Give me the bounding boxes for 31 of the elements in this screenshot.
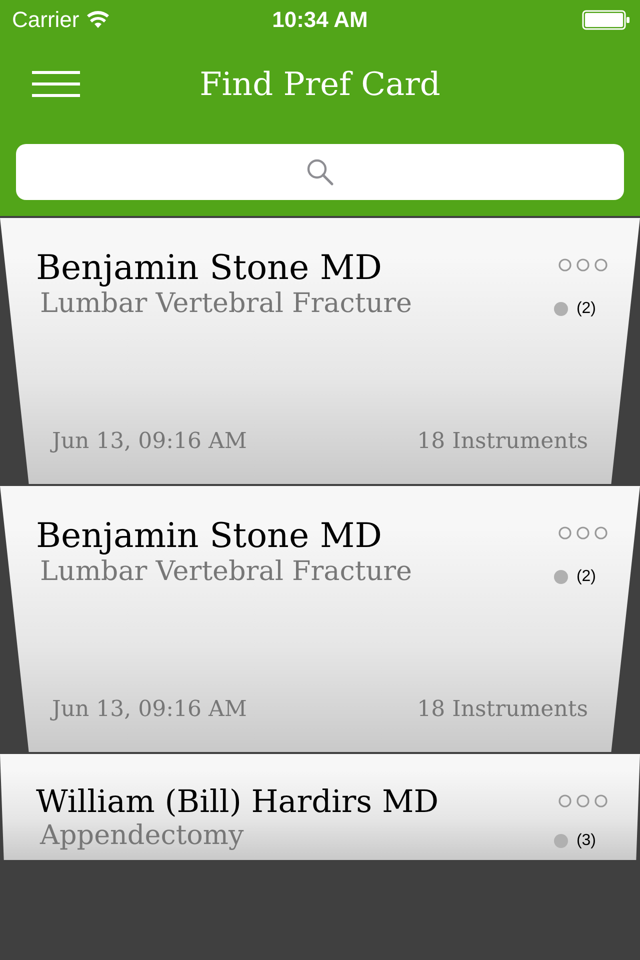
- procedure-name: Lumbar Vertebral Fracture: [40, 556, 412, 587]
- screen-title: Find Pref Card: [200, 65, 440, 103]
- more-button[interactable]: [558, 258, 608, 274]
- card-date: Jun 13, 09:16 AM: [52, 697, 247, 722]
- procedure-name: Appendectomy: [40, 820, 244, 851]
- more-button[interactable]: [558, 526, 608, 542]
- status-dot-icon: [554, 834, 568, 848]
- search-icon: [306, 158, 334, 186]
- card-count: (3): [576, 832, 596, 850]
- menu-button[interactable]: [32, 69, 80, 99]
- instrument-count: 18 Instruments: [417, 429, 588, 454]
- more-button[interactable]: [558, 794, 608, 810]
- more-icon: [558, 526, 608, 540]
- more-icon: [558, 794, 608, 808]
- surgeon-name: Benjamin Stone MD: [36, 248, 382, 288]
- clock-time: 10:34 AM: [272, 7, 368, 33]
- wifi-icon: [87, 11, 110, 29]
- more-icon: [558, 258, 608, 272]
- surgeon-name: Benjamin Stone MD: [36, 516, 382, 556]
- carrier-label: Carrier: [12, 7, 80, 33]
- menu-icon: [32, 71, 80, 97]
- instrument-count: 18 Instruments: [417, 697, 588, 722]
- search-field[interactable]: [16, 144, 624, 200]
- card-count: (2): [576, 568, 596, 586]
- battery-icon: [582, 10, 630, 30]
- surgeon-name: William (Bill) Hardirs MD: [36, 784, 439, 820]
- status-dot-icon: [554, 302, 568, 316]
- procedure-name: Lumbar Vertebral Fracture: [40, 288, 412, 319]
- status-dot-icon: [554, 570, 568, 584]
- card-date: Jun 13, 09:16 AM: [52, 429, 247, 454]
- card-count: (2): [576, 300, 596, 318]
